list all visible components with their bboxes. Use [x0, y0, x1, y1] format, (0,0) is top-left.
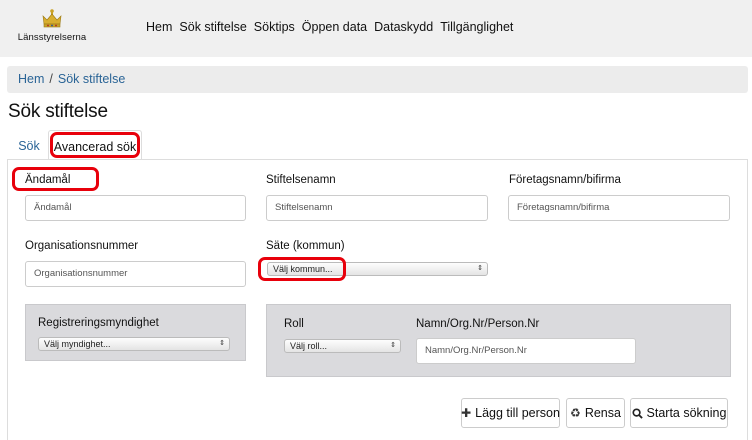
add-person-button[interactable]: ✚ Lägg till person	[461, 398, 560, 428]
seat-select-value: Välj kommun...	[273, 264, 333, 274]
authority-label: Registreringsmyndighet	[38, 317, 159, 329]
clear-label: Rensa	[584, 406, 621, 420]
nav-item-home[interactable]: Hem	[146, 20, 172, 34]
nav-item-data-protection[interactable]: Dataskydd	[374, 20, 433, 34]
nav-item-search-foundation[interactable]: Sök stiftelse	[179, 20, 246, 34]
authority-select[interactable]: Välj myndighet... ⇕	[38, 337, 230, 351]
org-number-input[interactable]: Organisationsnummer	[25, 261, 246, 287]
main-nav: Hem Sök stiftelse Söktips Öppen data Dat…	[146, 20, 513, 34]
nav-item-search-tips[interactable]: Söktips	[254, 20, 295, 34]
search-icon	[631, 407, 643, 419]
search-label: Starta sökning	[646, 406, 727, 420]
updown-arrows-icon: ⇕	[219, 340, 225, 347]
clear-button[interactable]: ♻ Rensa	[566, 398, 625, 428]
top-bar: Länsstyrelserna Hem Sök stiftelse Söktip…	[0, 0, 752, 57]
role-select[interactable]: Välj roll... ⇕	[284, 339, 401, 353]
breadcrumb-separator: /	[49, 72, 53, 86]
role-label: Roll	[284, 318, 304, 330]
recycle-icon: ♻	[570, 406, 581, 420]
updown-arrows-icon: ⇕	[390, 342, 396, 349]
page-title: Sök stiftelse	[8, 101, 108, 122]
tab-advanced-search[interactable]: Avancerad sök	[48, 130, 142, 160]
person-input[interactable]: Namn/Org.Nr/Person.Nr	[416, 338, 636, 364]
authority-box	[25, 304, 246, 361]
breadcrumb: Hem / Sök stiftelse	[7, 66, 748, 93]
company-name-input[interactable]: Företagsnamn/bifirma	[508, 195, 730, 221]
site-logo[interactable]: Länsstyrelserna	[16, 8, 88, 48]
breadcrumb-current[interactable]: Sök stiftelse	[58, 72, 125, 86]
breadcrumb-home-link[interactable]: Hem	[18, 72, 44, 86]
nav-item-open-data[interactable]: Öppen data	[302, 20, 367, 34]
logo-text: Länsstyrelserna	[17, 32, 87, 43]
purpose-input[interactable]: Ändamål	[25, 195, 246, 221]
plus-icon: ✚	[461, 406, 472, 420]
nav-item-accessibility[interactable]: Tillgänglighet	[440, 20, 513, 34]
role-select-value: Välj roll...	[290, 341, 328, 351]
tab-basic-search[interactable]: Sök	[10, 130, 48, 160]
purpose-label: Ändamål	[25, 174, 71, 186]
authority-select-value: Välj myndighet...	[44, 339, 111, 349]
company-name-label: Företagsnamn/bifirma	[509, 174, 621, 186]
seat-select[interactable]: Välj kommun... ⇕	[267, 262, 488, 276]
add-person-label: Lägg till person	[475, 406, 560, 420]
seat-label: Säte (kommun)	[266, 240, 345, 252]
foundation-name-input[interactable]: Stiftelsenamn	[266, 195, 488, 221]
org-number-label: Organisationsnummer	[25, 240, 139, 252]
updown-arrows-icon: ⇕	[477, 265, 483, 272]
person-label: Namn/Org.Nr/Person.Nr	[416, 318, 540, 330]
crown-icon	[42, 9, 62, 28]
foundation-name-label: Stiftelsenamn	[266, 174, 336, 186]
search-button[interactable]: Starta sökning	[630, 398, 728, 428]
